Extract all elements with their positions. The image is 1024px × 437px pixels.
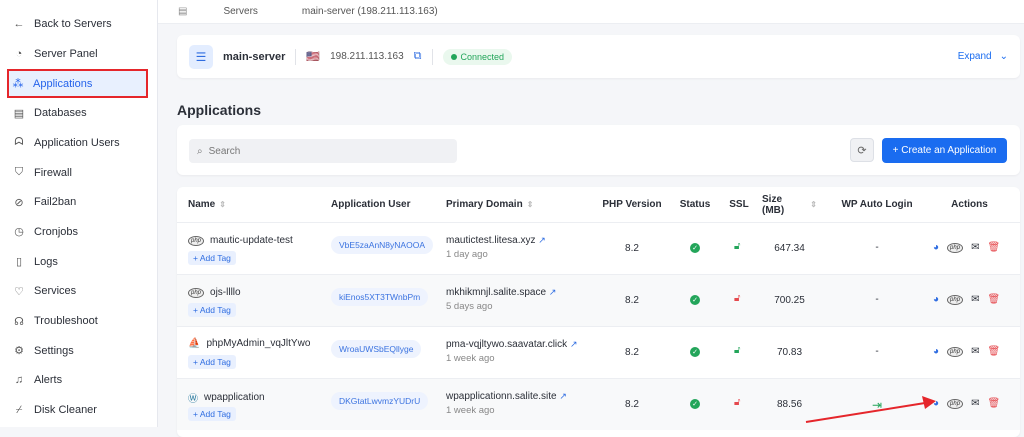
annotation-arrow (805, 396, 936, 423)
